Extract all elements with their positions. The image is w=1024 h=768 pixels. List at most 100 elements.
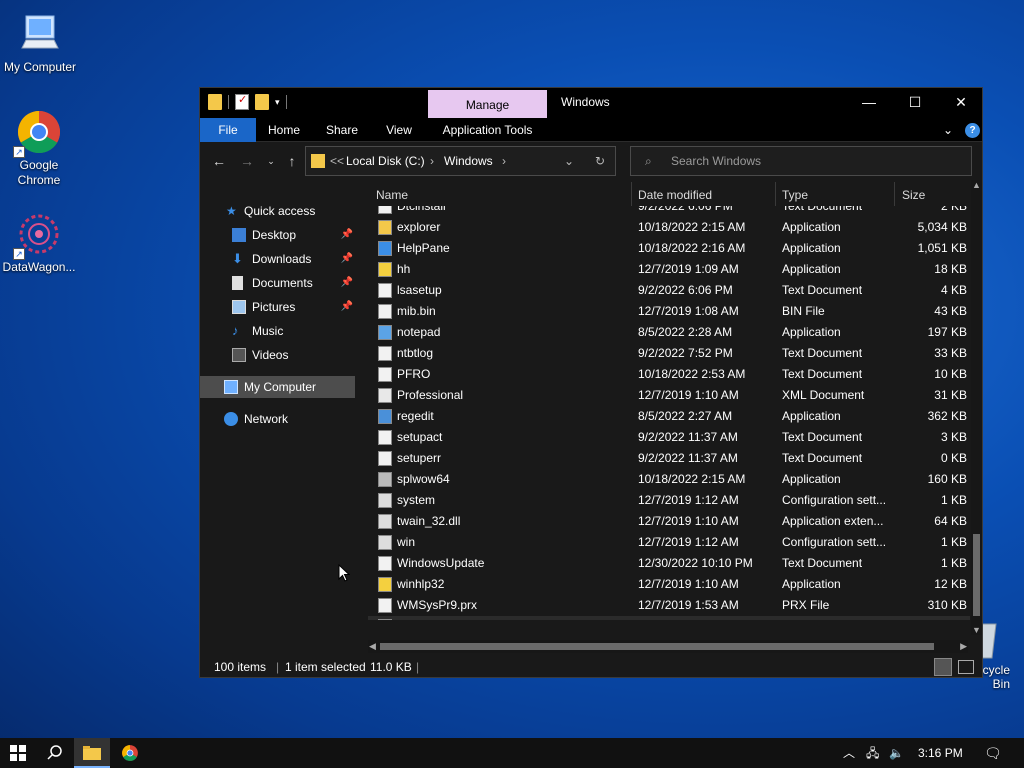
nav-desktop[interactable]: Desktop 📌 — [200, 224, 355, 246]
nav-music[interactable]: ♪ Music — [200, 320, 355, 342]
scroll-right-arrow[interactable]: ▶ — [960, 640, 967, 653]
manage-tab[interactable]: Manage — [428, 90, 547, 118]
nav-my-computer[interactable]: My Computer — [200, 376, 355, 398]
taskbar-chrome[interactable] — [112, 738, 148, 768]
file-row[interactable]: regedit 8/5/2022 2:27 AM Application 362 KB — [368, 406, 970, 427]
search-box[interactable]: ⌕ Search Windows — [630, 146, 972, 176]
file-row[interactable]: write 12/6/2019 1:29 PM Application 11 KB — [368, 616, 970, 620]
file-name: WMSysPr9.prx — [397, 598, 478, 612]
file-row[interactable]: setuperr 9/2/2022 11:37 AM Text Document 0 … — [368, 448, 970, 469]
customize-qat-icon[interactable]: ▾ — [275, 97, 280, 108]
column-header-name[interactable]: Name — [376, 180, 408, 210]
show-hidden-icons-button[interactable]: ︿ — [843, 738, 855, 768]
pin-icon[interactable]: 📌 — [341, 296, 353, 318]
maximize-button[interactable]: ☐ — [892, 88, 938, 116]
notifications-icon[interactable]: 🗨 — [984, 738, 1002, 768]
file-row[interactable]: explorer 10/18/2022 2:15 AM Application 5,0… — [368, 217, 970, 238]
forward-button[interactable]: → — [236, 150, 258, 172]
nav-network[interactable]: Network — [200, 408, 355, 430]
scroll-left-arrow[interactable]: ◀ — [369, 640, 376, 653]
details-view-button[interactable] — [934, 658, 952, 676]
up-button[interactable]: ↑ — [281, 150, 303, 172]
taskbar-file-explorer[interactable] — [74, 738, 110, 768]
tab-view[interactable]: View — [380, 118, 418, 142]
column-separator[interactable] — [894, 182, 895, 206]
back-button[interactable]: ← — [208, 150, 230, 172]
horizontal-scrollbar[interactable]: ◀ ▶ — [368, 640, 968, 653]
pin-icon[interactable]: 📌 — [341, 224, 353, 246]
clock[interactable]: 3:16 PM — [918, 738, 963, 768]
address-segment-local-disk[interactable]: Local Disk (C:) — [346, 147, 425, 175]
tab-file[interactable]: File — [200, 118, 256, 142]
nav-documents[interactable]: Documents 📌 — [200, 272, 355, 294]
nav-quick-access[interactable]: ★ Quick access — [200, 200, 355, 222]
scroll-thumb[interactable] — [973, 534, 980, 616]
properties-icon[interactable]: ✓ — [235, 94, 249, 110]
desktop-icon-chrome[interactable]: ↗ Google Chrome — [0, 108, 79, 188]
nav-videos[interactable]: Videos — [200, 344, 355, 366]
desktop-icon-recycle-bin[interactable]: Recycle Bin — [967, 618, 1024, 691]
nav-pictures[interactable]: Pictures 📌 — [200, 296, 355, 318]
tab-home[interactable]: Home — [264, 118, 304, 142]
file-row[interactable]: winhlp32 12/7/2019 1:10 AM Application 12 K… — [368, 574, 970, 595]
close-button[interactable]: ✕ — [938, 88, 984, 116]
minimize-button[interactable]: — — [846, 88, 892, 116]
address-history-dropdown[interactable]: ⌄ — [564, 147, 574, 175]
start-button[interactable] — [0, 738, 36, 768]
file-row[interactable]: ntbtlog 9/2/2022 7:52 PM Text Document 33 K… — [368, 343, 970, 364]
scroll-thumb[interactable] — [380, 643, 934, 650]
file-row[interactable]: PFRO 10/18/2022 2:53 AM Text Document 10 KB — [368, 364, 970, 385]
search-button[interactable] — [37, 738, 73, 768]
column-header-date[interactable]: Date modified — [638, 180, 712, 210]
pin-icon[interactable]: 📌 — [341, 272, 353, 294]
scroll-down-arrow[interactable]: ▼ — [972, 625, 981, 635]
file-row[interactable]: setupact 9/2/2022 11:37 AM Text Document 3 … — [368, 427, 970, 448]
volume-icon[interactable]: 🔈 — [889, 738, 904, 768]
file-row[interactable]: Professional 12/7/2019 1:10 AM XML Documen… — [368, 385, 970, 406]
file-row[interactable]: win 12/7/2019 1:12 AM Configuration sett..… — [368, 532, 970, 553]
address-overflow[interactable]: << — [330, 147, 344, 175]
nav-downloads[interactable]: ⬇ Downloads 📌 — [200, 248, 355, 270]
file-row[interactable]: WindowsUpdate 12/30/2022 10:10 PM Text Doc… — [368, 553, 970, 574]
file-name: twain_32.dll — [397, 514, 461, 528]
file-row[interactable]: notepad 8/5/2022 2:28 AM Application 197 KB — [368, 322, 970, 343]
write-icon — [378, 619, 392, 620]
desktop-icon-my-computer[interactable]: My Computer — [0, 10, 80, 75]
chevron-right-icon[interactable]: › — [502, 147, 506, 175]
file-row[interactable]: HelpPane 10/18/2022 2:16 AM Application 1,0… — [368, 238, 970, 259]
column-header-size[interactable]: Size — [902, 180, 925, 210]
network-status-icon[interactable]: 🖧 — [866, 738, 879, 768]
file-name: win — [397, 535, 416, 549]
desktop-icon-datawagon[interactable]: ↗ DataWagon... — [0, 210, 79, 275]
file-row[interactable]: WMSysPr9.prx 12/7/2019 1:53 AM PRX File 310… — [368, 595, 970, 616]
expand-ribbon-icon[interactable]: ⌄ — [943, 118, 953, 142]
chevron-right-icon[interactable]: › — [430, 147, 434, 175]
file-row[interactable]: mib.bin 12/7/2019 1:08 AM BIN File 43 KB — [368, 301, 970, 322]
file-size: 1 KB — [940, 556, 967, 570]
recent-locations-button[interactable]: ⌄ — [260, 150, 282, 172]
status-separator: | — [276, 660, 280, 674]
large-icons-view-button[interactable] — [958, 660, 974, 674]
file-size: 362 KB — [927, 409, 967, 423]
tab-application-tools[interactable]: Application Tools — [428, 118, 547, 142]
file-date: 12/6/2019 1:29 PM — [638, 616, 739, 620]
file-row[interactable]: lsasetup 9/2/2022 6:06 PM Text Document 4 K… — [368, 280, 970, 301]
tab-share[interactable]: Share — [322, 118, 362, 142]
scroll-up-arrow[interactable]: ▲ — [972, 180, 981, 190]
refresh-icon[interactable]: ↻ — [595, 147, 605, 175]
help-icon[interactable]: ? — [965, 123, 980, 138]
file-row[interactable]: system 12/7/2019 1:12 AM Configuration set… — [368, 490, 970, 511]
file-row[interactable]: hh 12/7/2019 1:09 AM Application 18 KB — [368, 259, 970, 280]
vertical-scrollbar[interactable]: ▲ ▼ — [971, 180, 982, 635]
pin-icon[interactable]: 📌 — [341, 248, 353, 270]
column-separator[interactable] — [775, 182, 776, 206]
address-bar[interactable]: << Local Disk (C:) › Windows › ⌄ ↻ — [305, 146, 616, 176]
column-header-row: Name ^ Date modified Type Size — [368, 180, 970, 206]
file-row[interactable]: twain_32.dll 12/7/2019 1:10 AM Application… — [368, 511, 970, 532]
column-separator[interactable] — [631, 182, 632, 206]
column-header-type[interactable]: Type — [782, 180, 808, 210]
text-file-icon — [378, 346, 392, 361]
address-segment-windows[interactable]: Windows — [444, 147, 493, 175]
file-row[interactable]: splwow64 10/18/2022 2:15 AM Application 160… — [368, 469, 970, 490]
new-folder-icon[interactable] — [255, 94, 269, 110]
